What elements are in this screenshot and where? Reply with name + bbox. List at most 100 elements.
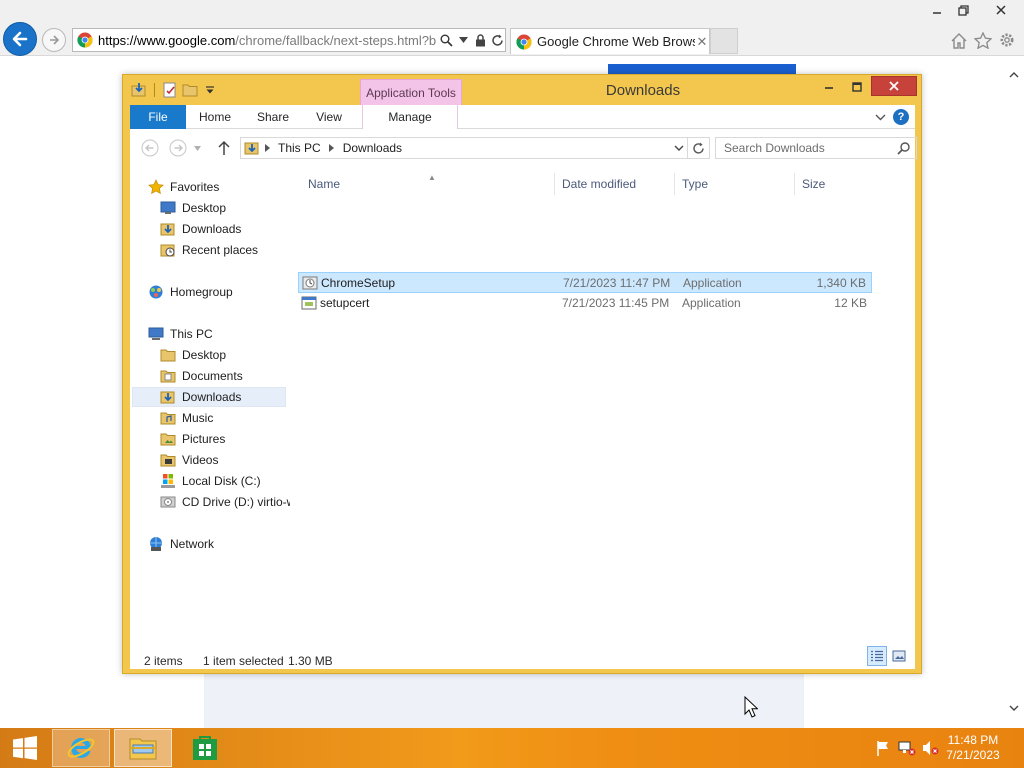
qat-properties-button[interactable] [131,82,147,98]
gear-icon [1000,33,1014,47]
tools-button[interactable] [996,29,1018,51]
tab-share[interactable]: Share [250,105,296,129]
expand-ribbon-button[interactable] [873,110,887,124]
security-lock-button[interactable] [472,32,488,48]
explorer-maximize-button[interactable] [843,77,871,97]
action-center-icon[interactable] [874,740,892,756]
chrome-favicon-icon [516,34,532,50]
explorer-close-button[interactable] [871,76,917,96]
navigation-bar: This PC Downloads Search Downloads [130,129,917,167]
up-button[interactable] [214,138,234,158]
search-icon [897,142,910,155]
address-bar[interactable]: https://www.google.com/chrome/fallback/n… [72,28,506,52]
scroll-up-icon[interactable] [1008,68,1020,80]
document-check-icon [163,82,176,98]
taskbar-clock[interactable]: 11:48 PM 7/21/2023 [938,733,1008,763]
column-header-size[interactable]: Size [794,173,872,195]
sidebar-item-network[interactable]: Network [148,534,305,554]
column-header-label: Type [682,177,709,191]
browser-minimize-button[interactable] [924,0,950,20]
page-scrollbar[interactable] [1004,64,1024,718]
search-icon [440,34,453,47]
sidebar-item-label: Pictures [182,432,226,446]
column-header-type[interactable]: Type [674,173,794,195]
breadcrumb-separator-icon[interactable] [325,144,339,152]
table-row[interactable]: setupcert 7/21/2023 11:45 PM Application… [298,293,872,314]
scroll-down-icon[interactable] [1008,702,1020,714]
help-button[interactable]: ? [893,109,909,125]
column-header-date[interactable]: Date modified [554,173,674,195]
breadcrumb[interactable]: This PC Downloads [240,137,688,159]
restore-icon [957,4,969,16]
maximize-icon [852,82,862,92]
close-icon [889,81,899,91]
large-icons-view-button[interactable] [889,646,909,666]
column-header-name[interactable]: Name ▲ [300,173,554,195]
tab-home[interactable]: Home [192,105,238,129]
qat-customize-button[interactable] [202,82,218,98]
refresh-button[interactable] [688,137,710,159]
browser-forward-button[interactable] [42,28,66,52]
start-button[interactable] [0,728,50,768]
explorer-title-bar[interactable]: Application Tools Downloads [123,75,921,105]
application-icon [301,296,317,310]
recent-locations-button[interactable] [190,138,204,158]
favorites-button[interactable] [972,29,994,51]
sidebar-item-this-pc[interactable]: This PC [148,324,305,344]
browser-close-button[interactable] [988,0,1014,20]
status-selection: 1 item selected [203,654,284,668]
details-view-button[interactable] [867,646,887,666]
tab-view[interactable]: View [306,105,352,129]
network-status-icon[interactable] [898,740,916,756]
arrow-right-icon [50,35,60,45]
file-type: Application [682,296,741,310]
address-search-button[interactable] [438,32,454,48]
new-tab-button[interactable] [710,28,738,54]
path-history-dropdown[interactable] [671,138,687,158]
qat-separator [154,83,155,97]
sidebar-item-label: This PC [170,327,213,341]
forward-button[interactable] [168,138,188,158]
sidebar-item-label: Local Disk (C:) [182,474,261,488]
sidebar-item-label: Music [182,411,214,425]
sidebar-item-homegroup[interactable]: Homegroup [148,282,305,302]
qat-new-folder-button[interactable] [182,82,198,98]
large-icons-view-icon [892,650,906,662]
downloads-folder-icon [160,389,176,405]
explorer-minimize-button[interactable] [815,77,843,97]
back-button[interactable] [140,138,160,158]
search-input[interactable]: Search Downloads [715,137,917,159]
home-button[interactable] [948,29,970,51]
tab-manage[interactable]: Manage [362,105,458,129]
chrome-favicon-icon [77,32,93,48]
sidebar-item-favorites[interactable]: Favorites [148,177,305,197]
breadcrumb-downloads[interactable]: Downloads [339,141,406,155]
table-row[interactable]: ChromeSetup 7/21/2023 11:47 PM Applicati… [298,272,872,293]
chevron-down-icon [458,37,468,43]
refresh-page-button[interactable] [489,32,505,48]
url-text[interactable]: https://www.google.com/chrome/fallback/n… [98,33,437,48]
mouse-cursor-icon [744,696,758,718]
tab-file[interactable]: File [130,105,186,129]
breadcrumb-separator-icon[interactable] [260,144,274,152]
taskbar-file-explorer[interactable] [114,729,172,767]
taskbar-store[interactable] [176,729,234,767]
sidebar-item-pc-downloads[interactable]: Downloads [132,387,286,407]
computer-icon [148,326,164,342]
browser-back-button[interactable] [3,22,37,56]
browser-restore-button[interactable] [950,0,976,20]
file-list: Name ▲ Date modified Type Size ChromeSet… [290,167,915,651]
address-dropdown-button[interactable] [455,32,471,48]
taskbar-internet-explorer[interactable] [52,729,110,767]
browser-tab[interactable]: Google Chrome Web Brows... ✕ [510,28,710,54]
breadcrumb-this-pc[interactable]: This PC [274,141,325,155]
tab-close-button[interactable]: ✕ [695,34,709,50]
star-icon [974,31,992,49]
clock-time: 11:48 PM [947,733,999,747]
url-path: /chrome/fallback/next-steps.html?brar [235,32,437,48]
application-tools-context-tab: Application Tools [360,79,462,105]
sidebar-item-label: Desktop [182,201,227,215]
downloads-folder-icon [244,142,259,155]
qat-new-document-button[interactable] [162,82,178,98]
pictures-folder-icon [160,431,176,447]
